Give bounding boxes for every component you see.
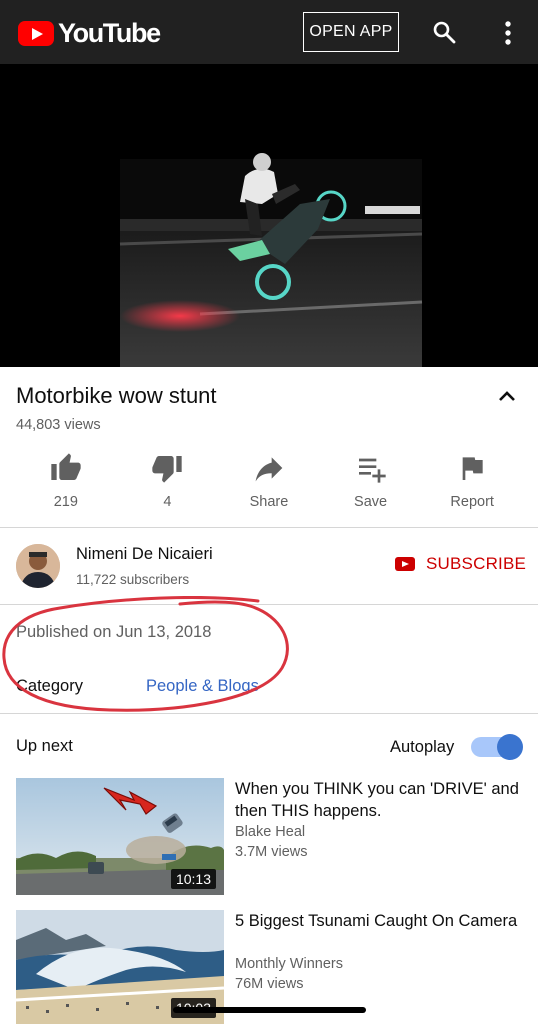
youtube-wordmark: YouTube xyxy=(58,17,161,48)
video-views: 3.7M views xyxy=(235,844,308,860)
thumbs-down-icon xyxy=(152,456,183,483)
save-button[interactable]: Save xyxy=(320,448,422,518)
divider xyxy=(0,713,538,714)
divider xyxy=(0,527,538,528)
youtube-play-icon xyxy=(395,557,415,571)
report-button[interactable]: Report xyxy=(421,448,523,518)
home-indicator[interactable] xyxy=(173,1007,366,1013)
dislike-count: 4 xyxy=(163,494,172,510)
action-bar: 219 4 Share Save Report xyxy=(15,448,523,518)
like-button[interactable]: 219 xyxy=(15,448,117,518)
toggle-knob xyxy=(497,734,523,760)
video-title[interactable]: When you THINK you can 'DRIVE' and then … xyxy=(235,778,520,822)
youtube-logo[interactable]: YouTube xyxy=(18,17,161,48)
video-title: Motorbike wow stunt xyxy=(16,383,217,408)
chevron-up-icon[interactable] xyxy=(497,389,517,403)
report-label: Report xyxy=(450,494,494,510)
playlist-add-icon xyxy=(358,458,386,483)
search-icon[interactable] xyxy=(432,20,456,44)
youtube-play-logo-icon xyxy=(18,20,54,46)
video-duration: 10:13 xyxy=(170,869,216,889)
share-label: Share xyxy=(249,494,289,510)
channel-name[interactable]: Nimeni De Nicaieri xyxy=(76,545,213,564)
autoplay-toggle[interactable] xyxy=(471,734,523,760)
avatar-image xyxy=(16,544,60,588)
subscribe-button[interactable]: SUBSCRIBE xyxy=(395,554,526,574)
video-channel: Monthly Winners xyxy=(235,956,343,972)
top-bar: YouTube OPEN APP xyxy=(0,0,538,64)
red-circle-annotation xyxy=(2,596,289,712)
like-count: 219 xyxy=(53,494,78,510)
subscriber-count: 11,722 subscribers xyxy=(76,572,190,587)
list-item[interactable]: 10:13 When you THINK you can 'DRIVE' and… xyxy=(16,778,524,896)
video-channel: Blake Heal xyxy=(235,824,306,840)
thumbs-up-icon xyxy=(51,453,81,480)
save-label: Save xyxy=(354,494,388,510)
video-frame xyxy=(0,64,538,367)
dislike-button[interactable]: 4 xyxy=(117,448,219,518)
flag-icon xyxy=(462,457,483,480)
video-thumbnail[interactable]: 10:13 xyxy=(16,778,224,895)
view-count: 44,803 views xyxy=(16,417,101,433)
share-icon xyxy=(255,457,283,482)
video-views: 76M views xyxy=(235,976,304,992)
video-player[interactable] xyxy=(0,64,538,367)
more-vertical-icon[interactable] xyxy=(496,20,520,46)
channel-avatar[interactable] xyxy=(16,544,60,588)
up-next-heading: Up next xyxy=(16,737,73,755)
share-button[interactable]: Share xyxy=(218,448,320,518)
autoplay-label: Autoplay xyxy=(390,738,455,756)
open-app-button[interactable]: OPEN APP xyxy=(303,12,399,52)
video-title[interactable]: 5 Biggest Tsunami Caught On Camera xyxy=(235,910,520,932)
subscribe-label: SUBSCRIBE xyxy=(426,554,527,573)
